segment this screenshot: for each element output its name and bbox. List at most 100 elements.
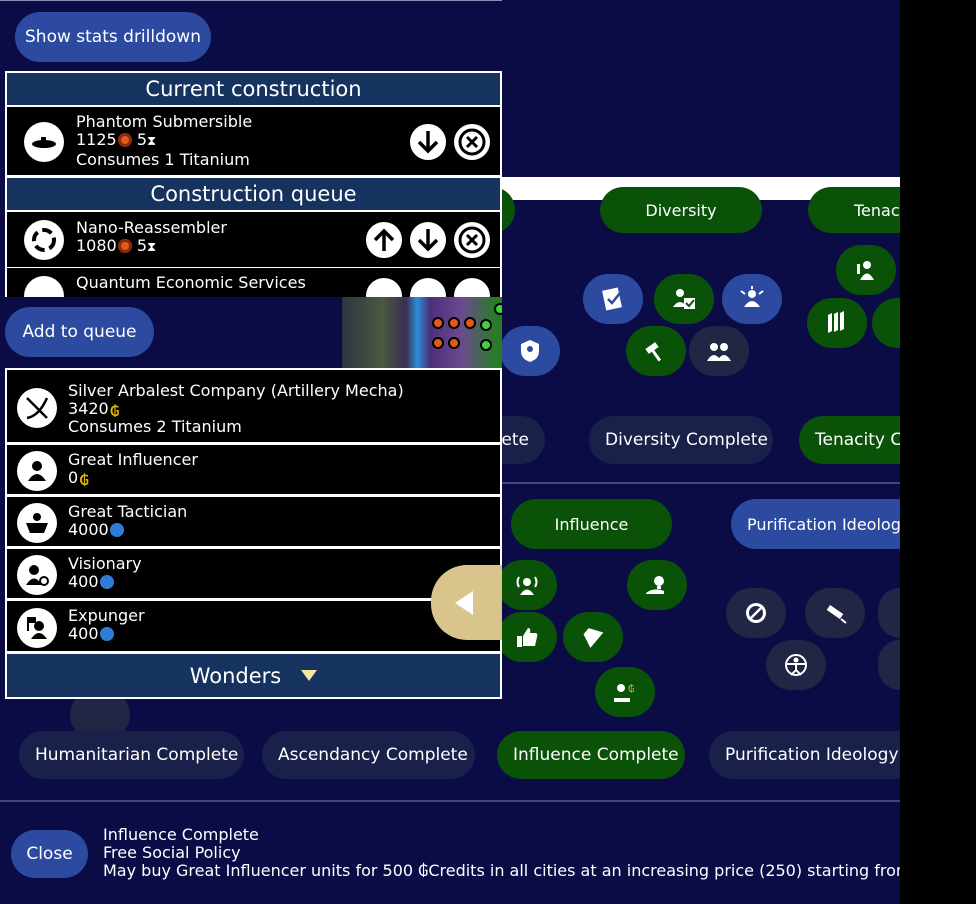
globe-icon — [24, 276, 64, 298]
remove-button[interactable] — [452, 122, 492, 162]
complete-pill-ascendancy[interactable]: Ascendancy Complete — [262, 731, 475, 779]
policy-description-panel: Close Influence Complete Free Social Pol… — [0, 800, 900, 904]
influencer-icon — [17, 451, 57, 491]
current-item-turns: 5 — [136, 130, 147, 149]
policy-broadcast-icon[interactable] — [497, 560, 557, 610]
policy-wave-icon[interactable] — [872, 298, 900, 348]
buyable-cost: 400 — [68, 572, 99, 591]
complete-pill-humanitarian[interactable]: Humanitarian Complete — [19, 731, 244, 779]
queue-item-name: Nano-Reassembler — [76, 218, 227, 237]
policy-gear-icon[interactable] — [878, 640, 900, 690]
policy-council-icon[interactable] — [689, 326, 749, 376]
move-down-button[interactable] — [408, 276, 448, 298]
current-item-cost: 1125 — [76, 130, 117, 149]
branch-pill-purification[interactable]: Purification Ideology — [731, 499, 900, 549]
move-up-button[interactable] — [364, 276, 404, 298]
buyable-cost: 0 — [68, 468, 79, 487]
buyable-cost: 400 — [68, 624, 99, 643]
credits-icon: ₲ — [109, 404, 120, 420]
policy-approval-icon[interactable] — [654, 274, 714, 324]
description-line-title: Influence Complete — [103, 825, 259, 844]
chevron-down-icon — [301, 670, 318, 681]
policy-megaphone-icon[interactable] — [563, 612, 623, 662]
buyable-row[interactable]: Expunger 400 — [5, 599, 502, 653]
buyable-cost-line: 0₲ — [68, 468, 198, 490]
description-line-effect: Free Social Policy — [103, 843, 241, 862]
queue-item-turns: 5 — [136, 236, 147, 255]
policy-idea-icon[interactable] — [627, 560, 687, 610]
complete-pill-influence[interactable]: Influence Complete — [497, 731, 685, 779]
stats-strip: Show stats drilldown — [0, 0, 502, 70]
faith-icon — [99, 627, 114, 641]
queue-item-cost: 1080 — [76, 236, 117, 255]
add-to-queue-button[interactable]: Add to queue — [5, 307, 154, 357]
faith-icon — [109, 523, 124, 537]
collapse-panel-button[interactable] — [431, 565, 502, 640]
policy-syringe-icon[interactable] — [805, 588, 865, 638]
complete-pill-diversity[interactable]: Diversity Complete — [589, 416, 773, 464]
move-up-button[interactable] — [364, 220, 404, 260]
branch-divider — [500, 482, 900, 484]
policy-blade-icon[interactable] — [878, 588, 900, 638]
complete-pill-tenacity[interactable]: Tenacity Complete — [799, 416, 900, 464]
current-item-name: Phantom Submersible — [76, 112, 253, 131]
policy-contract-icon[interactable] — [583, 274, 643, 324]
add-to-queue-strip: Add to queue — [0, 297, 502, 368]
buyable-cost-line: 3420₲ — [68, 399, 404, 421]
policy-trade-icon[interactable]: ₲ — [595, 667, 655, 717]
buyable-cost: 4000 — [68, 520, 109, 539]
policy-gavel-icon[interactable] — [626, 326, 686, 376]
branch-pill-tenacity[interactable]: Tenacity — [808, 187, 900, 233]
remove-button[interactable] — [452, 220, 492, 260]
buyable-row[interactable]: Silver Arbalest Company (Artillery Mecha… — [5, 368, 502, 444]
buyable-note: Consumes 2 Titanium — [68, 417, 242, 436]
policy-leader-icon[interactable] — [722, 274, 782, 324]
buyable-row[interactable]: Great Influencer 0₲ — [5, 443, 502, 496]
buyable-cost-line: 400 — [68, 625, 145, 643]
remove-button[interactable] — [452, 276, 492, 298]
buyable-row[interactable]: Great Tactician 4000 — [5, 495, 502, 548]
queue-row[interactable]: Nano-Reassembler 1080 5⧗ — [5, 212, 502, 269]
policy-vitruvian-icon[interactable] — [766, 640, 826, 690]
policy-like-icon[interactable] — [497, 612, 557, 662]
description-line-detail: May buy Great Influencer units for 500 ₲… — [103, 861, 900, 880]
production-icon — [117, 239, 132, 253]
current-construction-row[interactable]: Phantom Submersible 1125 5⧗ Consumes 1 T… — [5, 107, 502, 177]
complete-pill-purification[interactable]: Purification Ideology Adopted — [709, 731, 900, 779]
faith-icon — [99, 575, 114, 589]
move-down-button[interactable] — [408, 220, 448, 260]
buyable-row[interactable]: Visionary 400 — [5, 547, 502, 600]
current-construction-header: Current construction — [5, 71, 502, 107]
wonders-label: Wonders — [189, 663, 282, 688]
hourglass-icon: ⧗ — [147, 240, 157, 255]
policy-shield-icon[interactable] — [500, 326, 560, 376]
buyable-name: Visionary — [68, 554, 142, 573]
crossbow-icon — [17, 388, 57, 428]
svg-text:₲: ₲ — [628, 683, 634, 695]
chevron-left-icon — [454, 590, 473, 615]
policy-figure-icon[interactable] — [836, 245, 896, 295]
buyable-cost: 3420 — [68, 399, 109, 418]
visionary-icon — [17, 555, 57, 595]
city-construction-panel: Show stats drilldown Current constructio… — [0, 0, 502, 700]
show-stats-button[interactable]: Show stats drilldown — [15, 12, 211, 62]
submarine-icon — [24, 122, 64, 162]
current-item-note: Consumes 1 Titanium — [76, 150, 250, 169]
move-down-button[interactable] — [408, 122, 448, 162]
close-button[interactable]: Close — [11, 830, 88, 878]
branch-pill-diversity[interactable]: Diversity — [600, 187, 762, 233]
policy-banned-icon[interactable] — [726, 588, 786, 638]
buyable-name: Great Tactician — [68, 502, 188, 521]
tactician-icon — [17, 503, 57, 543]
queue-row[interactable]: Quantum Economic Services — [5, 268, 502, 298]
buyable-name: Great Influencer — [68, 450, 198, 469]
credits-icon: ₲ — [79, 473, 89, 489]
queue-item-name: Quantum Economic Services — [76, 273, 306, 292]
branch-pill-influence[interactable]: Influence — [511, 499, 672, 549]
wonders-header[interactable]: Wonders — [5, 652, 502, 699]
minimap[interactable] — [342, 297, 502, 368]
policy-banner-icon[interactable] — [807, 298, 867, 348]
hourglass-icon: ⧗ — [147, 134, 157, 149]
queue-item-cost-line: 1080 5⧗ — [76, 237, 227, 257]
buyable-cost-line: 4000 — [68, 521, 187, 539]
